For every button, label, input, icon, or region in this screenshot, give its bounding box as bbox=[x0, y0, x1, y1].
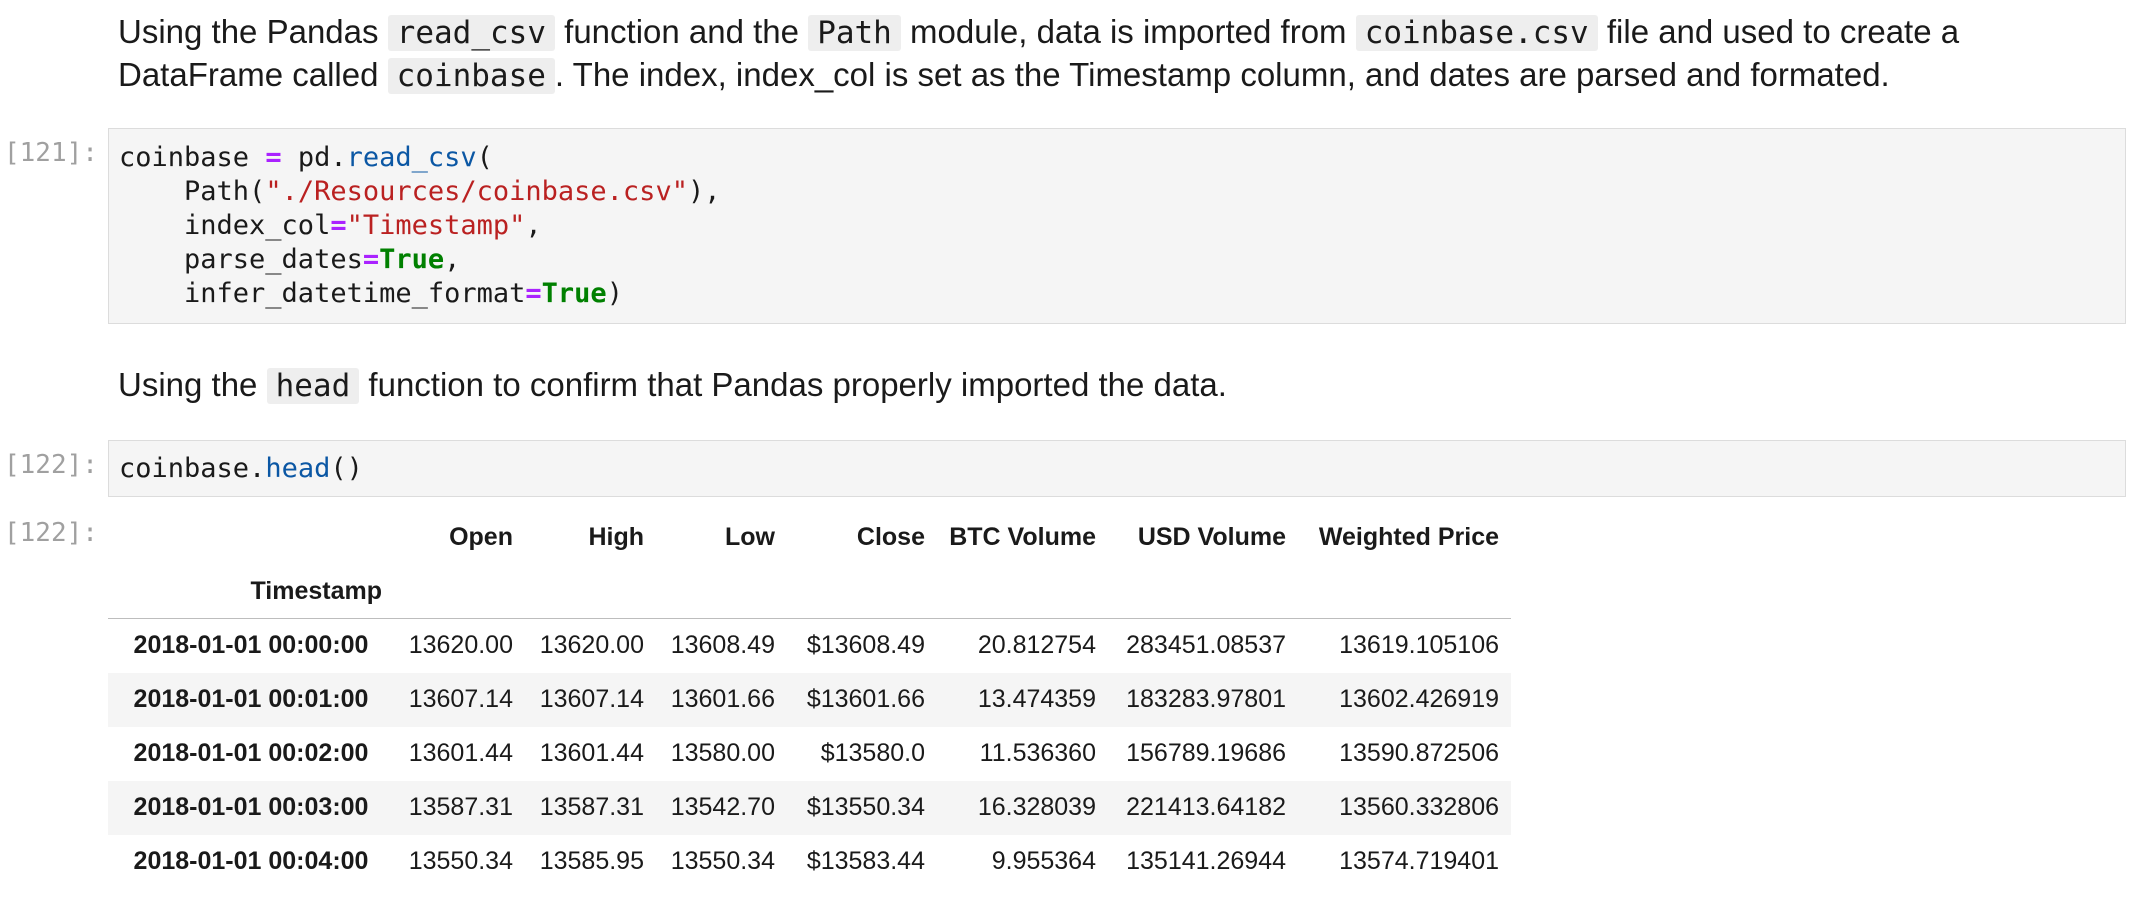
table-cell: 9.955364 bbox=[991, 847, 1096, 875]
table-cell: 13542.70 bbox=[670, 793, 775, 821]
table-cell: 13620.00 bbox=[408, 631, 513, 660]
table-cell: 13602.426919 bbox=[1339, 685, 1499, 713]
table-cell: 13580.00 bbox=[670, 739, 775, 767]
table-row: 2018-01-01 00:03:00 13587.31 13587.31 13… bbox=[108, 780, 1511, 835]
table-cell: 13.474359 bbox=[977, 685, 1096, 713]
table-cell: $13583.44 bbox=[806, 847, 925, 875]
column-header: USD Volume bbox=[1137, 522, 1286, 551]
text: function and the bbox=[554, 13, 809, 50]
row-index: 2018-01-01 00:04:00 bbox=[133, 847, 369, 875]
text: function to confirm that Pandas properly… bbox=[359, 366, 1227, 403]
table-cell: 156789.19686 bbox=[1126, 739, 1286, 767]
column-header-row: Open High Low Close BTC Volume USD Volum… bbox=[108, 510, 1511, 564]
table-cell: $13608.49 bbox=[806, 631, 925, 660]
table-cell: 13587.31 bbox=[408, 793, 513, 821]
markdown-line-1: Using the Pandas read_csv function and t… bbox=[118, 10, 2138, 53]
text: . The index, index_col is set as the Tim… bbox=[554, 56, 1890, 93]
text: module, data is imported from bbox=[900, 13, 1356, 50]
table-cell: 13587.31 bbox=[539, 793, 644, 821]
table-row: 2018-01-01 00:00:00 13620.00 13620.00 13… bbox=[108, 619, 1511, 673]
code-editor[interactable]: coinbase.head() bbox=[109, 441, 2125, 486]
markdown-cell-intro: Using the Pandas read_csv function and t… bbox=[118, 10, 2138, 96]
table-cell: 13619.105106 bbox=[1339, 631, 1499, 660]
table-row: 2018-01-01 00:02:00 13601.44 13601.44 13… bbox=[108, 727, 1511, 781]
inline-code: coinbase bbox=[387, 58, 555, 94]
table-row: 2018-01-01 00:01:00 13607.14 13607.14 13… bbox=[108, 672, 1511, 727]
markdown-line-2: DataFrame called coinbase. The index, in… bbox=[118, 53, 2138, 96]
table-cell: 135141.26944 bbox=[1126, 847, 1286, 875]
index-name-header: Timestamp bbox=[250, 576, 382, 605]
inline-code: Path bbox=[808, 15, 901, 51]
table-cell: 13560.332806 bbox=[1339, 793, 1499, 821]
table-cell: 13607.14 bbox=[539, 685, 644, 713]
table-cell: 13590.872506 bbox=[1339, 739, 1499, 767]
table-cell: $13601.66 bbox=[806, 685, 925, 713]
dataframe-table: Open High Low Close BTC Volume USD Volum… bbox=[108, 510, 1511, 889]
table-cell: 20.812754 bbox=[977, 631, 1096, 660]
table-cell: 283451.08537 bbox=[1126, 631, 1286, 660]
corner-header bbox=[108, 510, 394, 564]
column-header: BTC Volume bbox=[949, 522, 1096, 551]
table-cell: 183283.97801 bbox=[1126, 685, 1286, 713]
table-row: 2018-01-01 00:04:00 13550.34 13585.95 13… bbox=[108, 835, 1511, 889]
markdown-cell-head: Using the head function to confirm that … bbox=[118, 363, 1227, 408]
table-cell: 13585.95 bbox=[539, 847, 644, 875]
table-cell: 16.328039 bbox=[977, 793, 1096, 821]
row-index: 2018-01-01 00:02:00 bbox=[133, 739, 369, 767]
code-cell-head[interactable]: coinbase.head() bbox=[108, 440, 2126, 497]
column-header: Low bbox=[725, 522, 775, 551]
table-cell: 13601.44 bbox=[539, 739, 644, 767]
inline-code: read_csv bbox=[387, 15, 555, 51]
column-header: Open bbox=[449, 522, 513, 551]
table-cell: 13550.34 bbox=[670, 847, 775, 875]
inline-code: coinbase.csv bbox=[1355, 15, 1598, 51]
output-prompt: [122]: bbox=[4, 518, 98, 548]
table-cell: 13620.00 bbox=[539, 631, 644, 660]
text: Using the bbox=[118, 366, 267, 403]
table-cell: 13574.719401 bbox=[1339, 847, 1499, 875]
table-cell: 13608.49 bbox=[670, 631, 775, 660]
text: DataFrame called bbox=[118, 56, 388, 93]
row-index: 2018-01-01 00:01:00 bbox=[133, 685, 369, 713]
column-header: Close bbox=[856, 522, 925, 551]
column-header: Weighted Price bbox=[1318, 522, 1499, 551]
input-prompt: [121]: bbox=[4, 138, 98, 168]
table-cell: 221413.64182 bbox=[1126, 793, 1286, 821]
inline-code: head bbox=[266, 368, 360, 404]
text: Using the Pandas bbox=[118, 13, 388, 50]
row-index: 2018-01-01 00:00:00 bbox=[133, 631, 369, 660]
column-header: High bbox=[588, 522, 644, 551]
table-cell: 13607.14 bbox=[408, 685, 513, 713]
text: file and used to create a bbox=[1597, 13, 1960, 50]
table-cell: $13550.34 bbox=[806, 793, 925, 821]
input-prompt: [122]: bbox=[4, 450, 98, 480]
table-cell: 13601.66 bbox=[670, 685, 775, 713]
table-cell: $13580.0 bbox=[820, 739, 925, 767]
index-name-row: Timestamp bbox=[108, 564, 1511, 619]
row-index: 2018-01-01 00:03:00 bbox=[133, 793, 369, 821]
code-editor[interactable]: coinbase = pd.read_csv( Path("./Resource… bbox=[109, 129, 2125, 311]
code-cell-read-csv[interactable]: coinbase = pd.read_csv( Path("./Resource… bbox=[108, 128, 2126, 324]
table-cell: 13550.34 bbox=[408, 847, 513, 875]
table-cell: 11.536360 bbox=[979, 739, 1096, 767]
table-cell: 13601.44 bbox=[408, 739, 513, 767]
